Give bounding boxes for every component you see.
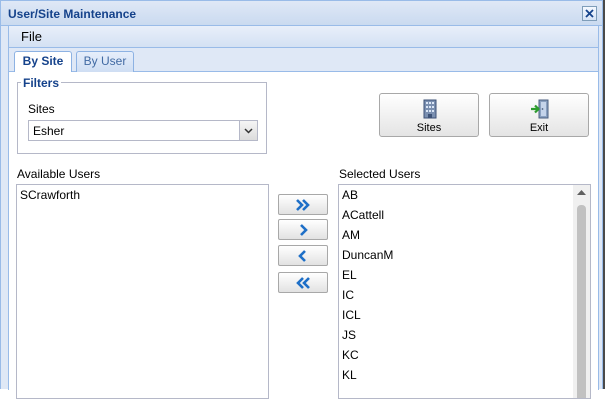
sites-button-label: Sites xyxy=(416,122,442,134)
building-icon xyxy=(423,99,437,119)
double-chevron-left-icon xyxy=(296,276,310,289)
sites-combobox-value: Esher xyxy=(33,124,65,138)
selected-users-list[interactable]: AB ACattell AM DuncanM EL IC ICL JS KC K… xyxy=(338,184,591,399)
selected-user-item[interactable]: IC xyxy=(339,285,590,305)
selected-user-item[interactable]: AB xyxy=(339,185,590,205)
selected-users-label: Selected Users xyxy=(339,167,421,181)
chevron-down-icon xyxy=(244,127,253,134)
available-users-list[interactable]: SCrawforth xyxy=(16,184,269,399)
chevron-right-icon xyxy=(300,223,308,236)
selected-user-item[interactable]: KC xyxy=(339,345,590,365)
scroll-up-arrow-icon[interactable] xyxy=(576,189,587,196)
chevron-left-icon xyxy=(298,249,306,262)
tab-strip: By Site By User xyxy=(8,48,599,73)
user-site-maintenance-window: User/Site Maintenance File By Site By Us… xyxy=(0,0,603,399)
window-title: User/Site Maintenance xyxy=(8,7,137,21)
filters-legend: Filters xyxy=(21,76,62,90)
selected-user-item[interactable]: JS xyxy=(339,325,590,345)
selected-user-item[interactable]: DuncanM xyxy=(339,245,590,265)
sites-button[interactable]: Sites xyxy=(379,93,479,137)
scrollbar-thumb[interactable] xyxy=(577,205,586,398)
sites-combobox[interactable]: Esher xyxy=(28,120,258,141)
selected-user-item[interactable]: KL xyxy=(339,365,590,385)
exit-button[interactable]: Exit xyxy=(489,93,589,137)
available-user-item[interactable]: SCrawforth xyxy=(17,185,268,205)
window-titlebar[interactable]: User/Site Maintenance xyxy=(1,1,602,26)
close-icon xyxy=(585,9,594,18)
selected-user-item[interactable]: AM xyxy=(339,225,590,245)
selected-users-scrollbar[interactable] xyxy=(573,185,590,398)
move-all-left-button[interactable] xyxy=(278,272,328,293)
selected-user-item[interactable]: ICL xyxy=(339,305,590,325)
sites-label: Sites xyxy=(28,102,55,116)
exit-button-label: Exit xyxy=(529,122,549,134)
close-button[interactable] xyxy=(582,6,597,21)
selected-user-item[interactable]: ACattell xyxy=(339,205,590,225)
available-users-label: Available Users xyxy=(17,167,101,181)
move-right-button[interactable] xyxy=(278,219,328,240)
selected-user-item[interactable]: EL xyxy=(339,265,590,285)
move-all-right-button[interactable] xyxy=(278,194,328,215)
exit-door-icon xyxy=(531,99,549,119)
by-site-panel: Filters Sites Esher Sites Exit Available… xyxy=(8,72,599,399)
tab-by-user[interactable]: By User xyxy=(76,51,134,72)
menu-file[interactable]: File xyxy=(21,29,42,44)
menu-bar: File xyxy=(8,26,599,48)
tab-by-site[interactable]: By Site xyxy=(14,51,72,73)
filters-fieldset: Filters Sites Esher xyxy=(17,76,267,154)
sites-dropdown-trigger[interactable] xyxy=(239,121,257,140)
double-chevron-right-icon xyxy=(296,198,310,211)
move-left-button[interactable] xyxy=(278,245,328,266)
